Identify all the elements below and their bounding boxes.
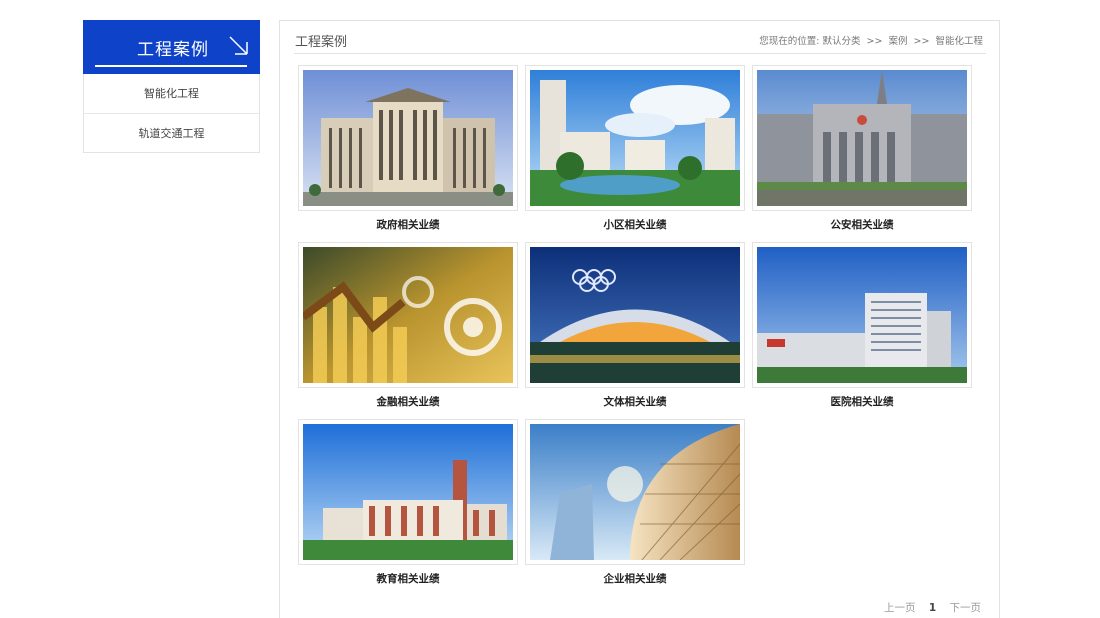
case-card-police[interactable]: 公安相关业绩 xyxy=(752,65,972,232)
page-title: 工程案例 xyxy=(295,35,348,50)
sidebar-header: 工程案例 xyxy=(83,20,260,74)
case-thumbnail[interactable] xyxy=(525,65,745,211)
case-card-enterprise[interactable]: 企业相关业绩 xyxy=(525,419,745,586)
sidebar-item-smart-engineering[interactable]: 智能化工程 xyxy=(84,74,259,113)
breadcrumb-separator: >> xyxy=(913,36,930,47)
case-caption[interactable]: 文体相关业绩 xyxy=(525,394,745,409)
breadcrumb-link-default-category[interactable]: 默认分类 xyxy=(822,36,860,47)
case-caption[interactable]: 金融相关业绩 xyxy=(298,394,518,409)
case-card-education[interactable]: 教育相关业绩 xyxy=(298,419,518,586)
stadium-photo xyxy=(530,247,740,383)
sidebar-menu: 智能化工程 轨道交通工程 xyxy=(83,74,260,153)
case-thumbnail[interactable] xyxy=(525,419,745,565)
breadcrumb-prefix: 您现在的位置: xyxy=(759,36,820,47)
sidebar-item-rail-transit[interactable]: 轨道交通工程 xyxy=(84,113,259,152)
case-card-hospital[interactable]: 医院相关业绩 xyxy=(752,242,972,409)
sidebar: 工程案例 智能化工程 轨道交通工程 xyxy=(83,20,260,153)
residential-community-photo xyxy=(530,70,740,206)
case-thumbnail[interactable] xyxy=(752,242,972,388)
case-caption[interactable]: 教育相关业绩 xyxy=(298,571,518,586)
main-header: 工程案例 您现在的位置: 默认分类 >> 案例 >> 智能化工程 xyxy=(294,21,986,54)
police-building-photo xyxy=(757,70,967,206)
next-page-link[interactable]: 下一页 xyxy=(950,602,982,614)
school-building-photo xyxy=(303,424,513,560)
case-caption[interactable]: 公安相关业绩 xyxy=(752,217,972,232)
finance-chart-photo xyxy=(303,247,513,383)
sidebar-title-underline xyxy=(95,65,247,67)
case-caption[interactable]: 小区相关业绩 xyxy=(525,217,745,232)
case-card-sports[interactable]: 文体相关业绩 xyxy=(525,242,745,409)
pagination: 上一页 1 下一页 xyxy=(884,600,991,615)
case-caption[interactable]: 医院相关业绩 xyxy=(752,394,972,409)
corporate-tower-photo xyxy=(530,424,740,560)
case-caption[interactable]: 企业相关业绩 xyxy=(525,571,745,586)
case-card-residential[interactable]: 小区相关业绩 xyxy=(525,65,745,232)
prev-page-link[interactable]: 上一页 xyxy=(884,602,916,614)
government-building-photo xyxy=(303,70,513,206)
sidebar-title: 工程案例 xyxy=(137,40,209,60)
case-thumbnail[interactable] xyxy=(298,242,518,388)
case-thumbnail[interactable] xyxy=(752,65,972,211)
case-thumbnail[interactable] xyxy=(525,242,745,388)
breadcrumb-link-smart-engineering[interactable]: 智能化工程 xyxy=(935,36,983,47)
case-card-government[interactable]: 政府相关业绩 xyxy=(298,65,518,232)
case-card-finance[interactable]: 金融相关业绩 xyxy=(298,242,518,409)
case-caption[interactable]: 政府相关业绩 xyxy=(298,217,518,232)
breadcrumb-separator: >> xyxy=(866,36,883,47)
breadcrumb: 您现在的位置: 默认分类 >> 案例 >> 智能化工程 xyxy=(759,33,983,47)
arrow-down-right-icon xyxy=(229,36,248,55)
current-page-number[interactable]: 1 xyxy=(929,602,936,614)
breadcrumb-link-cases[interactable]: 案例 xyxy=(888,36,907,47)
case-thumbnail[interactable] xyxy=(298,65,518,211)
case-thumbnail[interactable] xyxy=(298,419,518,565)
hospital-building-photo xyxy=(757,247,967,383)
